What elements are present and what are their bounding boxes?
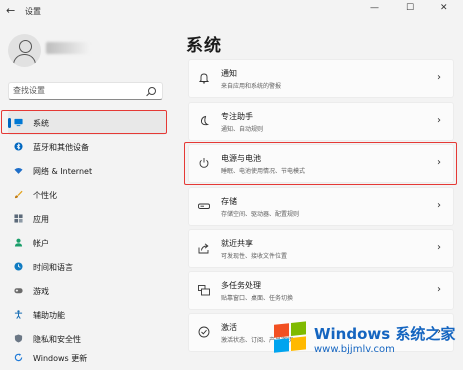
chevron-right-icon: › — [437, 242, 441, 253]
sidebar-item-gaming[interactable]: 游戏 — [8, 279, 166, 303]
update-icon — [14, 353, 23, 362]
settings-card-focus-assist[interactable]: 专注助手 通知、自动规则 › — [188, 102, 454, 141]
search-input[interactable] — [13, 86, 143, 95]
card-title: 存储 — [221, 197, 237, 206]
sidebar-item-label: 应用 — [33, 215, 49, 224]
avatar[interactable] — [8, 34, 41, 67]
settings-card-notifications[interactable]: 通知 来自应用和系统的警报 › — [188, 59, 454, 98]
sidebar-item-label: Windows 更新 — [33, 354, 88, 363]
card-title: 就近共享 — [221, 239, 253, 248]
sidebar-item-time-language[interactable]: 时间和语言 — [8, 255, 166, 279]
settings-card-multitasking[interactable]: 多任务处理 贴靠窗口、桌面、任务切换 › — [188, 271, 454, 310]
card-title: 通知 — [221, 69, 237, 78]
brush-icon — [14, 190, 23, 199]
sidebar-item-label: 网络 & Internet — [33, 167, 93, 176]
storage-icon — [198, 203, 210, 209]
minimize-button[interactable]: — — [370, 3, 379, 13]
settings-card-storage[interactable]: 存储 存储空间、驱动器、配置规则 › — [188, 187, 454, 226]
sidebar-item-network[interactable]: 网络 & Internet — [8, 159, 166, 183]
sidebar-item-personalization[interactable]: 个性化 — [8, 183, 166, 207]
check-circle-icon — [198, 326, 210, 338]
chevron-right-icon: › — [437, 115, 441, 126]
title-bar: ← 设置 — ☐ ✕ — [0, 0, 463, 22]
sidebar-item-label: 时间和语言 — [33, 263, 73, 272]
sidebar-item-bluetooth[interactable]: 蓝牙和其他设备 — [8, 135, 166, 159]
moon-icon — [201, 115, 210, 126]
chevron-right-icon: › — [437, 200, 441, 211]
sidebar-item-accessibility[interactable]: 辅助功能 — [8, 303, 166, 327]
accessibility-icon — [14, 310, 23, 319]
watermark-url: www.bjjmlv.com — [314, 344, 395, 355]
chevron-right-icon: › — [437, 72, 441, 83]
username-redacted — [46, 42, 90, 54]
settings-card-nearby-sharing[interactable]: 就近共享 可发现性、接收文件位置 › — [188, 229, 454, 268]
windows-logo-icon — [274, 321, 308, 355]
card-subtitle: 来自应用和系统的警报 — [221, 83, 282, 90]
window-title: 设置 — [25, 7, 41, 16]
search-icon[interactable] — [148, 87, 156, 95]
share-icon — [198, 243, 209, 254]
card-subtitle: 存储空间、驱动器、配置规则 — [221, 211, 300, 218]
sidebar-item-windows-update[interactable]: Windows 更新 — [8, 346, 166, 370]
red-highlight-power-battery — [184, 142, 457, 185]
apps-icon — [14, 214, 23, 223]
sidebar-item-label: 游戏 — [33, 287, 49, 296]
watermark-title: Windows 系统之家 — [314, 325, 456, 343]
card-title: 专注助手 — [221, 112, 253, 121]
bluetooth-icon — [14, 142, 23, 151]
globe-clock-icon — [14, 262, 23, 271]
card-subtitle: 可发现性、接收文件位置 — [221, 253, 288, 260]
multitask-icon — [198, 285, 210, 296]
sidebar-item-label: 隐私和安全性 — [33, 335, 81, 344]
red-highlight-system — [1, 110, 167, 134]
card-subtitle: 贴靠窗口、桌面、任务切换 — [221, 295, 294, 302]
sidebar-item-apps[interactable]: 应用 — [8, 207, 166, 231]
account-icon — [14, 238, 23, 247]
page-title: 系统 — [186, 36, 222, 56]
sidebar-item-label: 蓝牙和其他设备 — [33, 143, 89, 152]
chevron-right-icon: › — [437, 284, 441, 295]
wifi-icon — [14, 168, 23, 174]
gamepad-icon — [14, 288, 23, 294]
maximize-button[interactable]: ☐ — [406, 3, 414, 13]
back-button[interactable]: ← — [6, 4, 15, 17]
card-title: 多任务处理 — [221, 281, 261, 290]
sidebar-item-label: 辅助功能 — [33, 311, 65, 320]
card-subtitle: 通知、自动规则 — [221, 126, 264, 133]
sidebar-item-accounts[interactable]: 帐户 — [8, 231, 166, 255]
search-box[interactable] — [8, 82, 163, 100]
sidebar-item-label: 个性化 — [33, 191, 57, 200]
shield-icon — [14, 334, 23, 343]
card-title: 激活 — [221, 323, 237, 332]
sidebar-item-label: 帐户 — [33, 239, 49, 248]
bell-icon — [198, 73, 210, 84]
close-button[interactable]: ✕ — [440, 3, 448, 13]
site-watermark: Windows 系统之家 www.bjjmlv.com — [268, 315, 460, 367]
